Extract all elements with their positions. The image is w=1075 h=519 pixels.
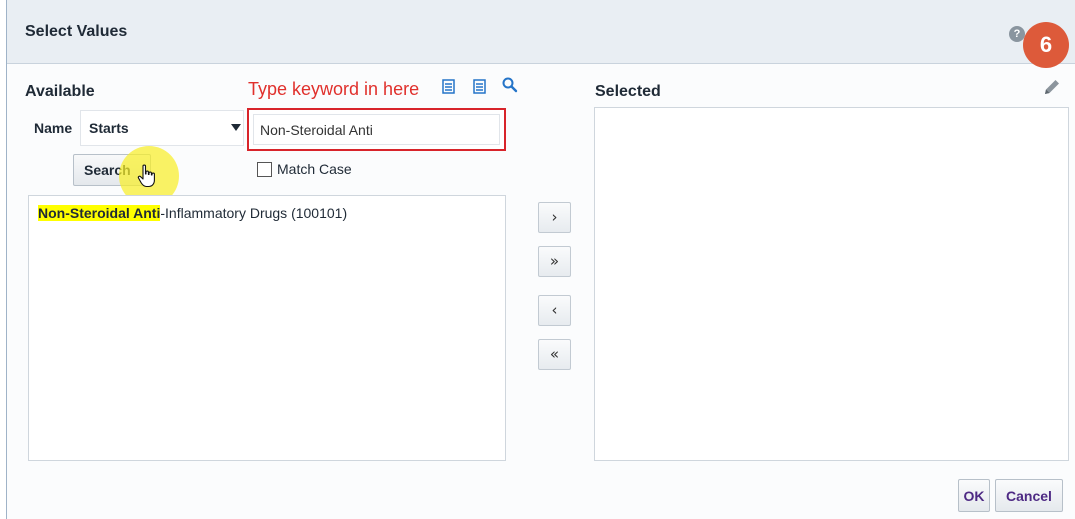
edit-pencil-icon[interactable] [1042,77,1062,102]
list-item-remainder: -Inflammatory Drugs (100101) [160,205,348,221]
available-label: Available [25,83,95,100]
keyword-annotation-frame [247,108,506,151]
list-view-icon[interactable] [442,79,455,99]
step-number-badge: 6 [1023,22,1069,68]
move-all-button[interactable]: » [538,246,571,277]
hand-cursor-icon [137,164,157,193]
available-values-list[interactable]: Non-Steroidal Anti-Inflammatory Drugs (1… [28,195,506,461]
keyword-input[interactable] [253,114,500,145]
match-case-checkbox[interactable] [257,162,272,177]
dropdown-arrow-icon [231,124,241,131]
operator-select-value: Starts [89,120,129,136]
remove-all-button[interactable]: « [538,339,571,370]
dialog-titlebar: Select Values ? [7,0,1075,64]
search-icon[interactable] [501,76,519,99]
matched-keyword-highlight: Non-Steroidal Anti [38,205,161,221]
list-item[interactable]: Non-Steroidal Anti-Inflammatory Drugs (1… [38,205,347,221]
match-case-label: Match Case [277,161,352,177]
annotation-callout: Type keyword in here [248,79,420,99]
list-view-alt-icon[interactable] [473,79,486,99]
ok-button[interactable]: OK [958,479,990,512]
select-values-dialog: Select Values ? 6 Available Type keyword… [6,0,1075,519]
dialog-title: Select Values [25,23,128,40]
name-field-label: Name [34,120,73,136]
move-selected-button[interactable]: › [538,202,571,233]
cancel-button[interactable]: Cancel [995,479,1063,512]
selected-values-list[interactable] [594,107,1069,461]
selected-label: Selected [595,83,661,100]
remove-selected-button[interactable]: ‹ [538,295,571,326]
operator-select[interactable]: Starts [80,110,244,146]
